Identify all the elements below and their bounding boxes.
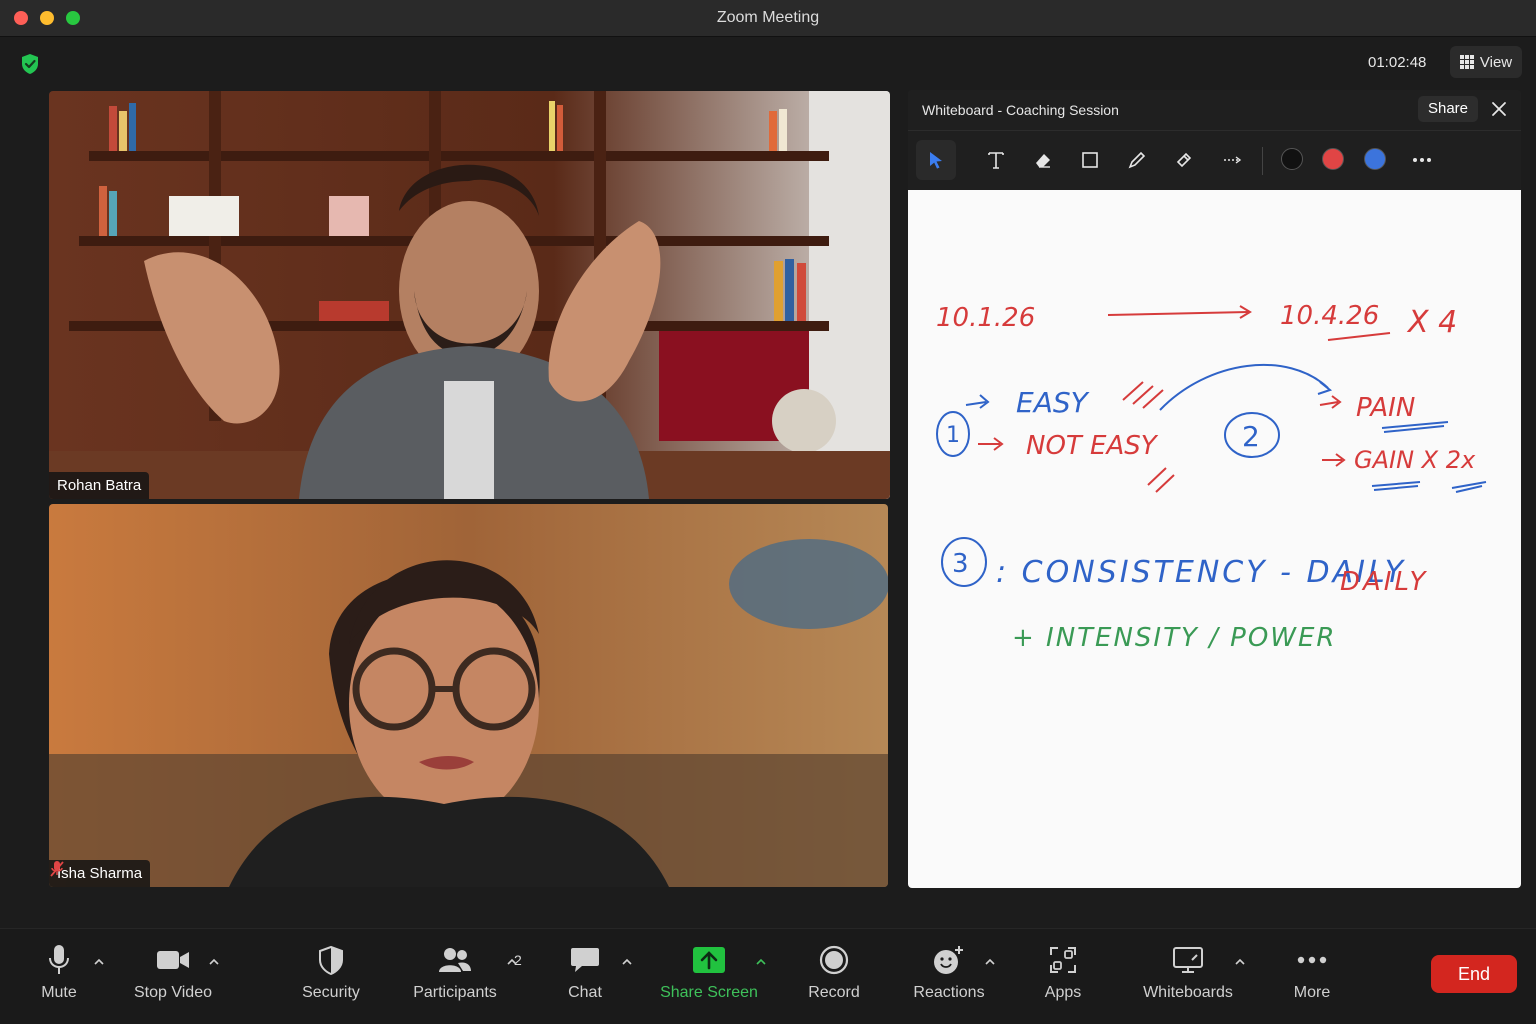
note-date-start: 10.1.26	[936, 303, 1035, 333]
title-bar: Zoom Meeting	[0, 0, 1536, 37]
color-swatch-red[interactable]	[1322, 148, 1344, 170]
whiteboard-drawing: 10.1.26 10.4.26 X 4 1 EASY NOT EASY 2 PA…	[936, 301, 1487, 653]
reactions-smiley-icon	[934, 946, 963, 974]
reactions-options-caret-icon[interactable]	[984, 957, 996, 967]
chat-button[interactable]: Chat	[530, 940, 640, 1002]
cursor-arrow-icon	[930, 152, 942, 169]
note-daily: DAILY	[1340, 567, 1428, 597]
whiteboards-label: Whiteboards	[1143, 984, 1233, 1001]
note-multiplier: X 4	[1406, 305, 1457, 340]
whiteboard-header: Whiteboard - Coaching Session Share	[908, 90, 1521, 130]
note-gain: GAIN X 2x	[1354, 446, 1476, 474]
highlighter-icon	[1176, 152, 1192, 168]
window-title: Zoom Meeting	[716, 9, 820, 26]
eraser-icon	[1036, 154, 1050, 168]
rectangle-icon	[1082, 152, 1098, 168]
more-ellipsis-icon	[1297, 956, 1327, 964]
whiteboard-canvas[interactable]: 10.1.26 10.4.26 X 4 1 EASY NOT EASY 2 PA…	[908, 190, 1521, 888]
security-button[interactable]: Security	[276, 940, 386, 1002]
chat-options-caret-icon[interactable]	[621, 957, 633, 967]
microphone-icon	[49, 945, 69, 974]
whiteboard-toolbar	[908, 130, 1521, 190]
video-tile-rohan[interactable]: Rohan Batra	[49, 91, 890, 499]
color-swatch-black[interactable]	[1281, 148, 1303, 170]
apps-button[interactable]: Apps	[1008, 940, 1118, 1002]
video-options-caret-icon[interactable]	[208, 957, 220, 967]
note-easy: EASY	[1016, 386, 1090, 419]
more-button[interactable]: More	[1257, 940, 1367, 1002]
note-step-3: 3	[952, 549, 969, 579]
note-intensity: + INTENSITY / POWER	[1012, 623, 1337, 653]
stop-video-button[interactable]: Stop Video	[118, 940, 228, 1002]
color-swatch-blue[interactable]	[1364, 148, 1386, 170]
share-options-caret-icon[interactable]	[755, 957, 767, 967]
reactions-button[interactable]: Reactions	[894, 940, 1004, 1002]
note-date-end: 10.4.26	[1280, 301, 1379, 331]
apps-label: Apps	[1044, 984, 1082, 1001]
whiteboard-share-button[interactable]: Share	[1418, 96, 1478, 122]
encryption-shield-icon[interactable]	[20, 53, 40, 75]
participant-name: Rohan Batra	[57, 477, 142, 494]
note-step-1: 1	[946, 423, 960, 448]
participants-label: Participants	[413, 984, 497, 1001]
record-label: Record	[808, 984, 860, 1001]
video-tile-isha[interactable]: Isha Sharma	[49, 504, 888, 887]
shape-tool[interactable]	[1070, 140, 1110, 180]
participants-button[interactable]: 2 Participants	[400, 940, 522, 1002]
participant-video-feed	[49, 504, 888, 887]
reactions-label: Reactions	[913, 984, 985, 1001]
arrow-date	[1107, 311, 1249, 316]
eraser-tool[interactable]	[1023, 140, 1063, 180]
pen-icon	[1128, 151, 1146, 169]
stop-video-label: Stop Video	[134, 984, 212, 1001]
participants-options-caret-icon[interactable]	[506, 957, 518, 967]
share-screen-label: Share Screen	[660, 984, 758, 1001]
security-shield-icon	[319, 945, 343, 975]
chat-bubble-icon	[571, 948, 599, 972]
security-label: Security	[302, 984, 360, 1001]
text-icon	[988, 152, 1004, 169]
whiteboards-button[interactable]: Whiteboards	[1133, 940, 1243, 1002]
pen-tool[interactable]	[1117, 140, 1157, 180]
participant-name-tag: Isha Sharma	[49, 860, 151, 887]
microphone-muted-icon	[50, 861, 64, 877]
note-not-easy: NOT EASY	[1026, 431, 1159, 461]
share-screen-button[interactable]: Share Screen	[654, 940, 764, 1002]
participants-icon	[439, 948, 471, 972]
meeting-timer: 01:02:48	[1368, 54, 1427, 71]
select-tool[interactable]	[916, 140, 956, 180]
whiteboard-title: Whiteboard - Coaching Session	[922, 102, 1119, 118]
whiteboard-panel: Whiteboard - Coaching Session Share 10.1…	[908, 90, 1521, 888]
more-tools-button[interactable]	[1402, 140, 1442, 180]
whiteboards-options-caret-icon[interactable]	[1234, 957, 1246, 967]
note-step-2: 2	[1242, 420, 1260, 453]
mute-options-caret-icon[interactable]	[93, 957, 105, 967]
record-button[interactable]: Record	[779, 940, 889, 1002]
close-icon[interactable]	[1490, 100, 1508, 118]
share-screen-arrow-icon	[693, 947, 725, 973]
apps-icon	[1050, 947, 1076, 973]
mute-button[interactable]: Mute	[4, 940, 114, 1002]
participant-name: Isha Sharma	[57, 865, 143, 882]
text-tool[interactable]	[976, 140, 1016, 180]
end-meeting-button[interactable]: End	[1431, 955, 1517, 993]
video-camera-icon	[157, 951, 189, 969]
whiteboard-icon	[1173, 947, 1203, 973]
highlighter-tool[interactable]	[1164, 140, 1204, 180]
ellipsis-icon	[1413, 158, 1431, 162]
grid-view-icon	[1459, 55, 1474, 69]
view-label: View	[1479, 53, 1513, 71]
record-icon	[819, 945, 849, 975]
view-button[interactable]: View	[1450, 46, 1522, 78]
participant-name-tag: Rohan Batra	[49, 472, 150, 499]
connector-icon	[1224, 156, 1242, 164]
mute-label: Mute	[41, 984, 77, 1001]
more-label: More	[1293, 984, 1331, 1001]
toolbar-separator	[1262, 147, 1263, 175]
connector-tool[interactable]	[1212, 140, 1252, 180]
participant-video-feed	[49, 91, 890, 499]
note-pain: PAIN	[1356, 393, 1415, 423]
chat-label: Chat	[568, 984, 602, 1001]
